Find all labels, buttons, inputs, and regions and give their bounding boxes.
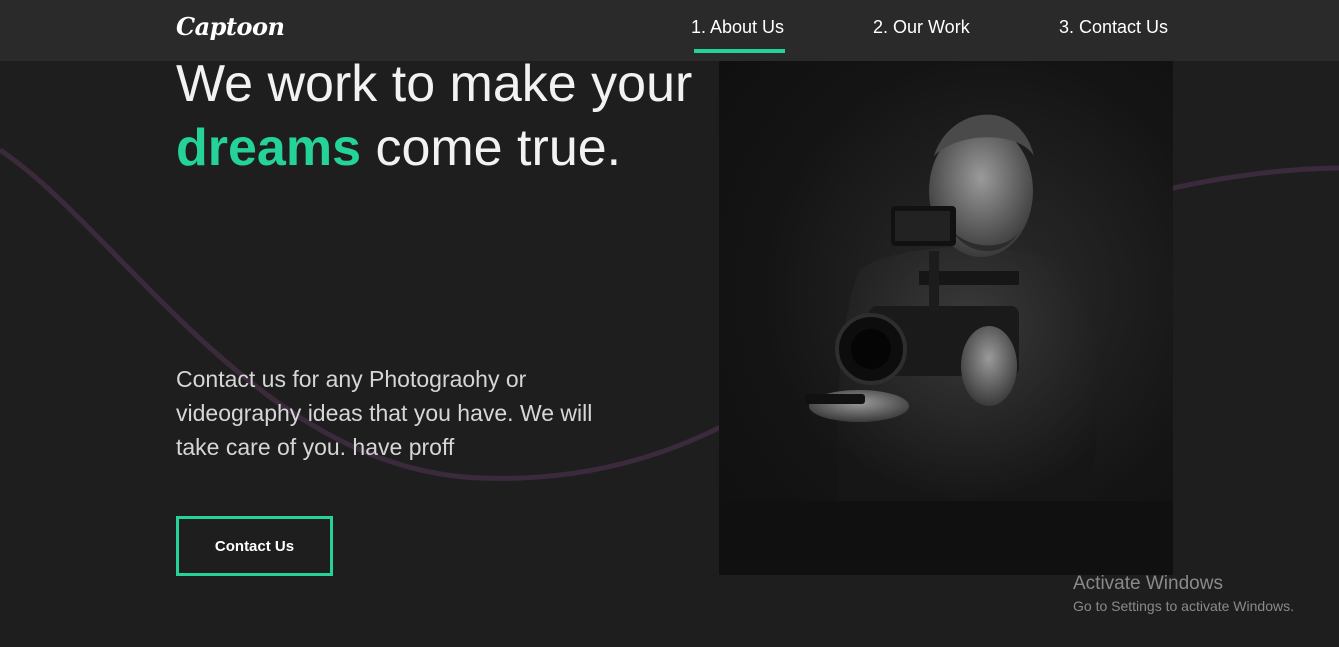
nav-our-work[interactable]: 2. Our Work	[873, 17, 970, 38]
watermark-subtitle: Go to Settings to activate Windows.	[1073, 598, 1294, 614]
watermark-title: Activate Windows	[1073, 573, 1223, 594]
hero-description: Contact us for any Photograohy or videog…	[176, 366, 593, 460]
contact-us-button[interactable]: Contact Us	[176, 516, 333, 576]
nav-about-us[interactable]: 1. About Us	[691, 17, 784, 38]
logo[interactable]: Captoon	[176, 12, 285, 41]
nav-contact-us[interactable]: 3. Contact Us	[1059, 17, 1168, 38]
windows-activation-watermark: Activate Windows Go to Settings to activ…	[1073, 572, 1294, 616]
hero-headline: We work to make your dreams come true.	[176, 52, 696, 180]
photographer-image	[719, 114, 1173, 575]
headline-text-pre: We work to make your	[176, 55, 693, 113]
headline-text-post: come true.	[361, 119, 622, 177]
hero-photo	[719, 61, 1173, 575]
active-nav-indicator	[694, 49, 785, 53]
headline-accent: dreams	[176, 119, 361, 177]
